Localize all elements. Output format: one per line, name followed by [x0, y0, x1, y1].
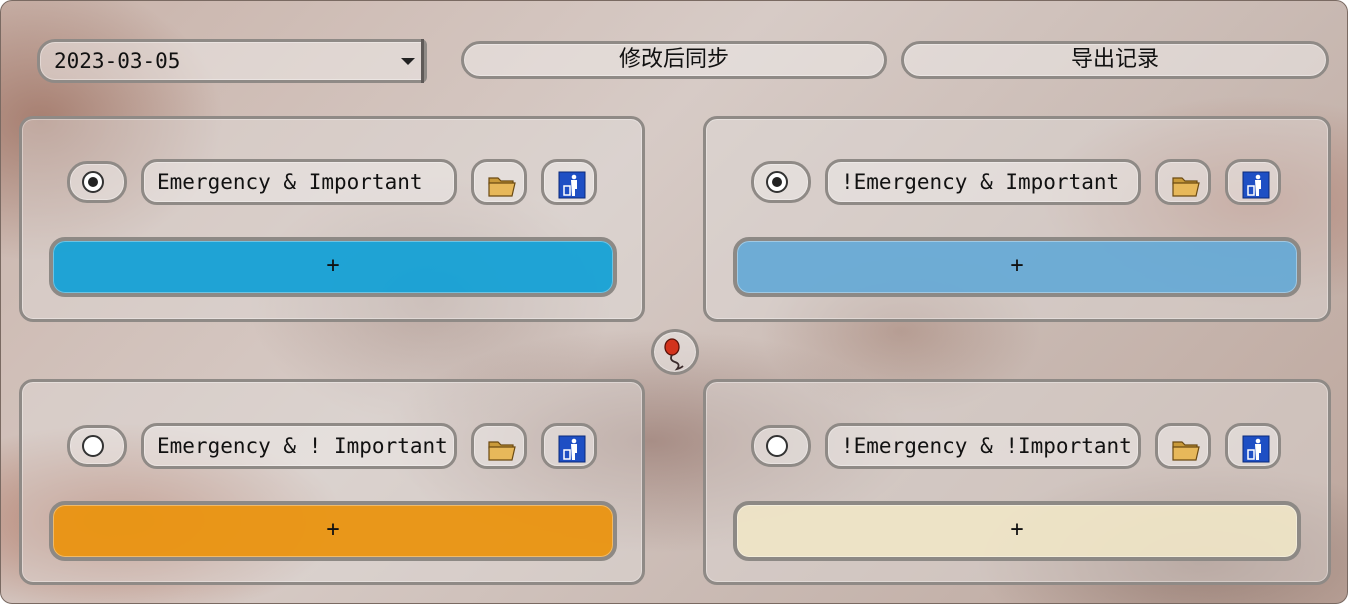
chevron-down-icon[interactable]: [392, 42, 424, 80]
trash-icon: [1242, 171, 1270, 199]
quadrant-1-add-button[interactable]: +: [49, 237, 617, 297]
quadrant-1-title: Emergency & Important: [141, 159, 457, 205]
export-button[interactable]: 导出记录: [901, 41, 1329, 79]
quadrant-1-delete-button[interactable]: [541, 159, 597, 205]
quadrant-2-delete-button[interactable]: [1225, 159, 1281, 205]
quadrant-4-add-button[interactable]: +: [733, 501, 1301, 561]
center-button[interactable]: [651, 329, 699, 375]
quadrant-1-open-button[interactable]: [471, 159, 527, 205]
quadrant-4-delete-button[interactable]: [1225, 423, 1281, 469]
folder-icon: [1172, 441, 1200, 461]
quadrant-3-open-button[interactable]: [471, 423, 527, 469]
quadrant-4-radio[interactable]: [751, 425, 811, 467]
trash-icon: [558, 171, 586, 199]
date-select[interactable]: 2023-03-05: [37, 39, 427, 83]
quadrant-1-radio[interactable]: [67, 161, 127, 203]
quadrant-2-add-button[interactable]: +: [733, 237, 1301, 297]
radio-unselected-indicator: [82, 435, 104, 457]
sync-button[interactable]: 修改后同步: [461, 41, 887, 79]
trash-icon: [558, 435, 586, 463]
quadrant-4-title: !Emergency & !Important: [825, 423, 1141, 469]
dropdown-divider: [421, 39, 424, 83]
quadrant-3-delete-button[interactable]: [541, 423, 597, 469]
quadrant-2-radio[interactable]: [751, 161, 811, 203]
radio-unselected-indicator: [766, 435, 788, 457]
date-select-value: 2023-03-05: [54, 49, 181, 73]
radio-selected-indicator: [82, 171, 104, 193]
quadrant-3-add-button[interactable]: +: [49, 501, 617, 561]
quadrant-3-title: Emergency & ! Important: [141, 423, 457, 469]
folder-icon: [488, 177, 516, 197]
folder-icon: [1172, 177, 1200, 197]
quadrant-2-open-button[interactable]: [1155, 159, 1211, 205]
app-window: 2023-03-05 修改后同步 导出记录 Emergency & Import…: [0, 0, 1348, 604]
quadrant-4-open-button[interactable]: [1155, 423, 1211, 469]
balloon-icon: [664, 338, 684, 371]
quadrant-2-title: !Emergency & Important: [825, 159, 1141, 205]
trash-icon: [1242, 435, 1270, 463]
folder-icon: [488, 441, 516, 461]
quadrant-3-radio[interactable]: [67, 425, 127, 467]
radio-selected-indicator: [766, 171, 788, 193]
